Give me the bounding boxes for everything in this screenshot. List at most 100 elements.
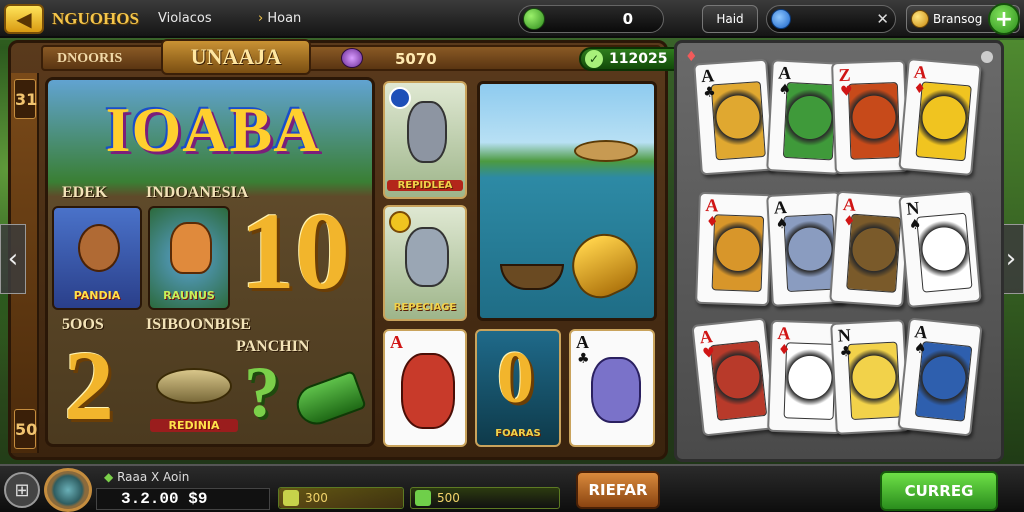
donkey-icon [407, 101, 447, 163]
tile-shark[interactable]: REPECIAGE [383, 205, 467, 321]
tile-fish-caption: REDINIA [150, 419, 238, 432]
spin-button[interactable]: CURREG [880, 471, 998, 511]
header-banner: DNOORIS UNAAJA 5070 ✓ 112025 [41, 39, 693, 75]
menu-grid-button[interactable]: ⊞ [4, 472, 40, 508]
tile-donkey[interactable]: REPIDLEA [383, 81, 467, 199]
back-button[interactable]: ◀ [4, 4, 44, 34]
playing-card[interactable]: A ♦ [898, 57, 982, 177]
tile-mouse[interactable]: PANDIA [52, 206, 142, 310]
back-arrow-icon: ◀ [16, 7, 32, 31]
card-artwork [782, 81, 837, 161]
card-rank: Z [838, 64, 851, 86]
game-title: UNAAJA [161, 39, 311, 75]
net-icon [574, 140, 638, 162]
panel-marker-icon: ♦ [685, 49, 698, 65]
tile-donkey-caption: REPIDLEA [387, 180, 463, 191]
bottom-bar: ⊞ ◆ Raaa X Aoin 3.2.00 $9 300 500 RIEFAR… [0, 464, 1024, 512]
add-coins-button[interactable]: + [988, 3, 1020, 35]
purple-dog-icon [591, 357, 641, 423]
cards-panel: ♦ A ♣ A ♠ Z ♥ A ♦ A ♦ A ♠ A ♦ N ♠ A ♥ A ♦ N ♣ A ♠ [674, 40, 1004, 462]
card-rank: A [913, 321, 929, 343]
globe-pill[interactable]: ✕ [766, 5, 896, 33]
big-number-two: 2 [64, 330, 114, 441]
card-suit-icon: ♣ [702, 84, 717, 102]
card-artwork [709, 340, 768, 421]
red-fox-icon [401, 353, 455, 429]
card-suit-icon: ♥ [701, 344, 716, 363]
playing-card[interactable]: A ♣ [693, 58, 775, 176]
gem-small-icon: ◆ [104, 470, 114, 484]
grid-icon: ⊞ [14, 479, 30, 501]
feature-slot-panel: IOABA EDEK INDOANESIA PANDIA RAUNUS 10 5… [45, 77, 375, 447]
playing-card[interactable]: N ♠ [898, 189, 982, 309]
player-name-text: Raaa X Aoin [117, 470, 190, 484]
chip-icon [283, 490, 299, 506]
playing-card[interactable]: A ♦ [695, 191, 773, 307]
big-question-mark: ? [244, 352, 280, 432]
card-suit-icon: ♠ [913, 340, 928, 358]
tile-fish[interactable]: REDINIA [148, 348, 240, 442]
tile-zero-caption: FOARAS [495, 428, 541, 439]
banner-value: 5070 [395, 50, 437, 68]
ace-dog-suit-icon: ♣ [577, 351, 590, 367]
refresh-button[interactable]: RIEFAR [576, 471, 660, 509]
coin-icon [911, 10, 929, 28]
player-name: ◆ Raaa X Aoin [104, 470, 189, 484]
fox-card-rank: A [390, 332, 403, 352]
label-isiboonbise: ISIBOONBISE [146, 316, 251, 333]
bet-box-one[interactable]: 300 [278, 487, 404, 509]
golden-fish-icon [561, 223, 647, 307]
card-suit-icon: ♥ [839, 83, 853, 101]
tile-fox[interactable]: RAUNUS [148, 206, 230, 310]
tile-fox-card[interactable]: A [383, 329, 467, 447]
card-rank: N [905, 197, 921, 219]
cash-icon [415, 490, 431, 506]
bet-box-two[interactable]: 500 [410, 487, 560, 509]
boat-icon [500, 264, 564, 290]
card-rank: A [842, 194, 857, 215]
bet-one-value: 300 [305, 491, 328, 505]
playing-card[interactable]: Z ♥ [831, 59, 909, 175]
card-rank: A [773, 196, 788, 218]
card-suit-icon: ♦ [842, 213, 856, 230]
card-rank: A [777, 322, 791, 344]
rail-bottom-number: 50 [14, 409, 37, 449]
label-indoanesia: INDOANESIA [146, 184, 249, 201]
coin-badge-icon [389, 211, 411, 233]
tab-violacos[interactable]: Violacos [158, 11, 212, 26]
player-avatar[interactable] [44, 468, 92, 512]
tile-ace-dog[interactable]: A ♣ [569, 329, 655, 447]
card-rank: N [837, 324, 852, 346]
ace-dog-rank: A [576, 332, 589, 352]
card-rank: A [700, 65, 715, 87]
playing-card[interactable]: A ♥ [691, 317, 777, 437]
tab-hoan[interactable]: › Hoan [258, 11, 301, 26]
card-rank: A [698, 326, 714, 348]
tile-mouse-caption: PANDIA [73, 289, 121, 302]
tile-zero[interactable]: 0 FOARAS [475, 329, 561, 447]
card-rank: A [912, 61, 928, 83]
game-screen: ◀ NGUOHOS Violacos › Hoan 0 Haid ✕ Brans… [0, 0, 1024, 512]
fox-icon [170, 222, 212, 274]
card-suit-icon: ♠ [908, 216, 923, 234]
tile-zero-digit: 0 [497, 337, 534, 419]
card-artwork [711, 214, 765, 292]
banner-left-label: DNOORIS [57, 51, 123, 66]
card-artwork [847, 82, 901, 160]
nav-left-arrow[interactable]: ‹ [0, 224, 26, 294]
coins-label: Bransog [933, 12, 983, 26]
game-logo: IOABA [105, 94, 321, 165]
fishing-scene [477, 81, 657, 321]
tile-shark-caption: REPECIAGE [393, 302, 457, 313]
gem-icon [523, 8, 545, 30]
score-value: 112025 [609, 51, 668, 67]
card-artwork [916, 212, 973, 293]
card-rank: A [705, 194, 719, 216]
card-artwork [783, 213, 838, 293]
shark-icon [405, 227, 449, 287]
gems-counter: 0 [518, 5, 664, 33]
plus-icon: + [994, 6, 1014, 32]
card-artwork [783, 342, 837, 420]
hold-button[interactable]: Haid [702, 5, 758, 33]
playing-card[interactable]: A ♠ [897, 317, 983, 437]
